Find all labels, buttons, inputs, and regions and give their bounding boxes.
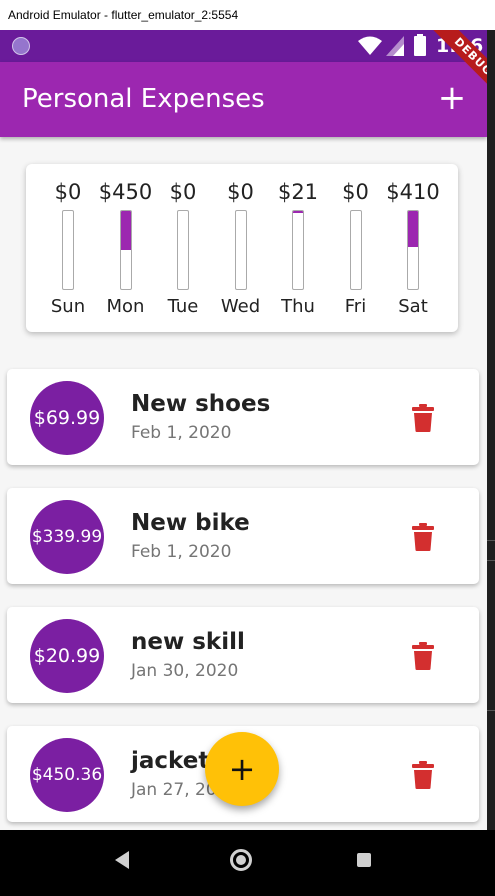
transaction-card: $339.99 New bike Feb 1, 2020 [7,488,479,584]
bar-amount-label: $0 [227,180,254,204]
transaction-card: $20.99 new skill Jan 30, 2020 [7,607,479,703]
delete-icon[interactable] [411,404,435,432]
bar-amount-label: $450 [98,180,153,204]
bar-track [349,210,362,290]
chart-bar-mon: $450 Mon [97,164,155,332]
bar-day-label: Thu [281,296,315,317]
wifi-icon [358,36,382,55]
transaction-title: New shoes [131,391,271,417]
add-transaction-button[interactable]: + [428,80,476,120]
emulator-window-title: Android Emulator - flutter_emulator_2:55… [0,0,495,30]
transaction-amount: $69.99 [30,381,104,455]
bar-fill [408,211,418,247]
bar-amount-label: $410 [386,180,440,204]
bar-amount-label: $0 [342,180,369,204]
delete-icon[interactable] [411,642,435,670]
delete-icon[interactable] [411,523,435,551]
bar-track [62,210,74,290]
bar-day-label: Sat [398,296,428,317]
bar-fill [120,211,131,250]
battery-icon [414,34,426,56]
transaction-card: $69.99 New shoes Feb 1, 2020 [7,369,479,465]
chart-bar-sun: $0 Sun [39,164,97,332]
add-transaction-fab[interactable]: + [205,732,279,806]
back-icon[interactable] [115,851,129,869]
transaction-date: Feb 1, 2020 [131,542,232,562]
bar-amount-label: $0 [169,180,197,204]
status-bar: 1:26 [0,30,487,62]
app-bar: Personal Expenses + [0,62,487,137]
phone-screen: 1:26 Personal Expenses + DEBUG $0Sun$450… [0,30,487,830]
chart-bar-tue: $0 Tue [154,164,212,332]
notification-icon [12,37,30,55]
transaction-amount: $450.36 [30,738,104,812]
bar-day-label: Fri [344,296,367,317]
chart-bar-wed: $0 Wed [212,164,270,332]
transaction-amount: $339.99 [30,500,104,574]
navigation-bar [0,830,495,896]
chart-bar-fri: $0 Fri [327,164,385,332]
bar-day-label: Wed [220,296,261,317]
delete-icon[interactable] [411,761,435,789]
bar-amount-label: $0 [54,180,82,204]
bar-track [119,210,132,290]
bar-track [234,210,247,290]
bar-day-label: Tue [167,296,199,317]
bar-day-label: Sun [50,296,86,317]
weekly-chart: $0 Sun $450 Mon $0 Tue $0 Wed $21 Thu $0 Fri $410 Sat [26,164,458,332]
signal-icon [386,36,404,56]
transaction-title: New bike [131,510,250,536]
transaction-title: new skill [131,629,245,655]
bar-track [292,210,304,290]
page-title: Personal Expenses [22,84,265,114]
bar-track [177,210,189,290]
bar-day-label: Mon [106,296,145,317]
bar-fill [293,211,303,213]
chart-bar-thu: $21 Thu [269,164,327,332]
transaction-date: Feb 1, 2020 [131,423,232,443]
right-background-strip [487,30,495,830]
transaction-amount: $20.99 [30,619,104,693]
bar-track [407,210,419,290]
home-icon[interactable] [230,849,252,871]
bar-amount-label: $21 [277,180,319,204]
transaction-title: jacket [131,748,210,774]
recent-apps-icon[interactable] [357,853,371,867]
chart-bar-sat: $410 Sat [384,164,442,332]
transaction-date: Jan 30, 2020 [131,661,239,681]
